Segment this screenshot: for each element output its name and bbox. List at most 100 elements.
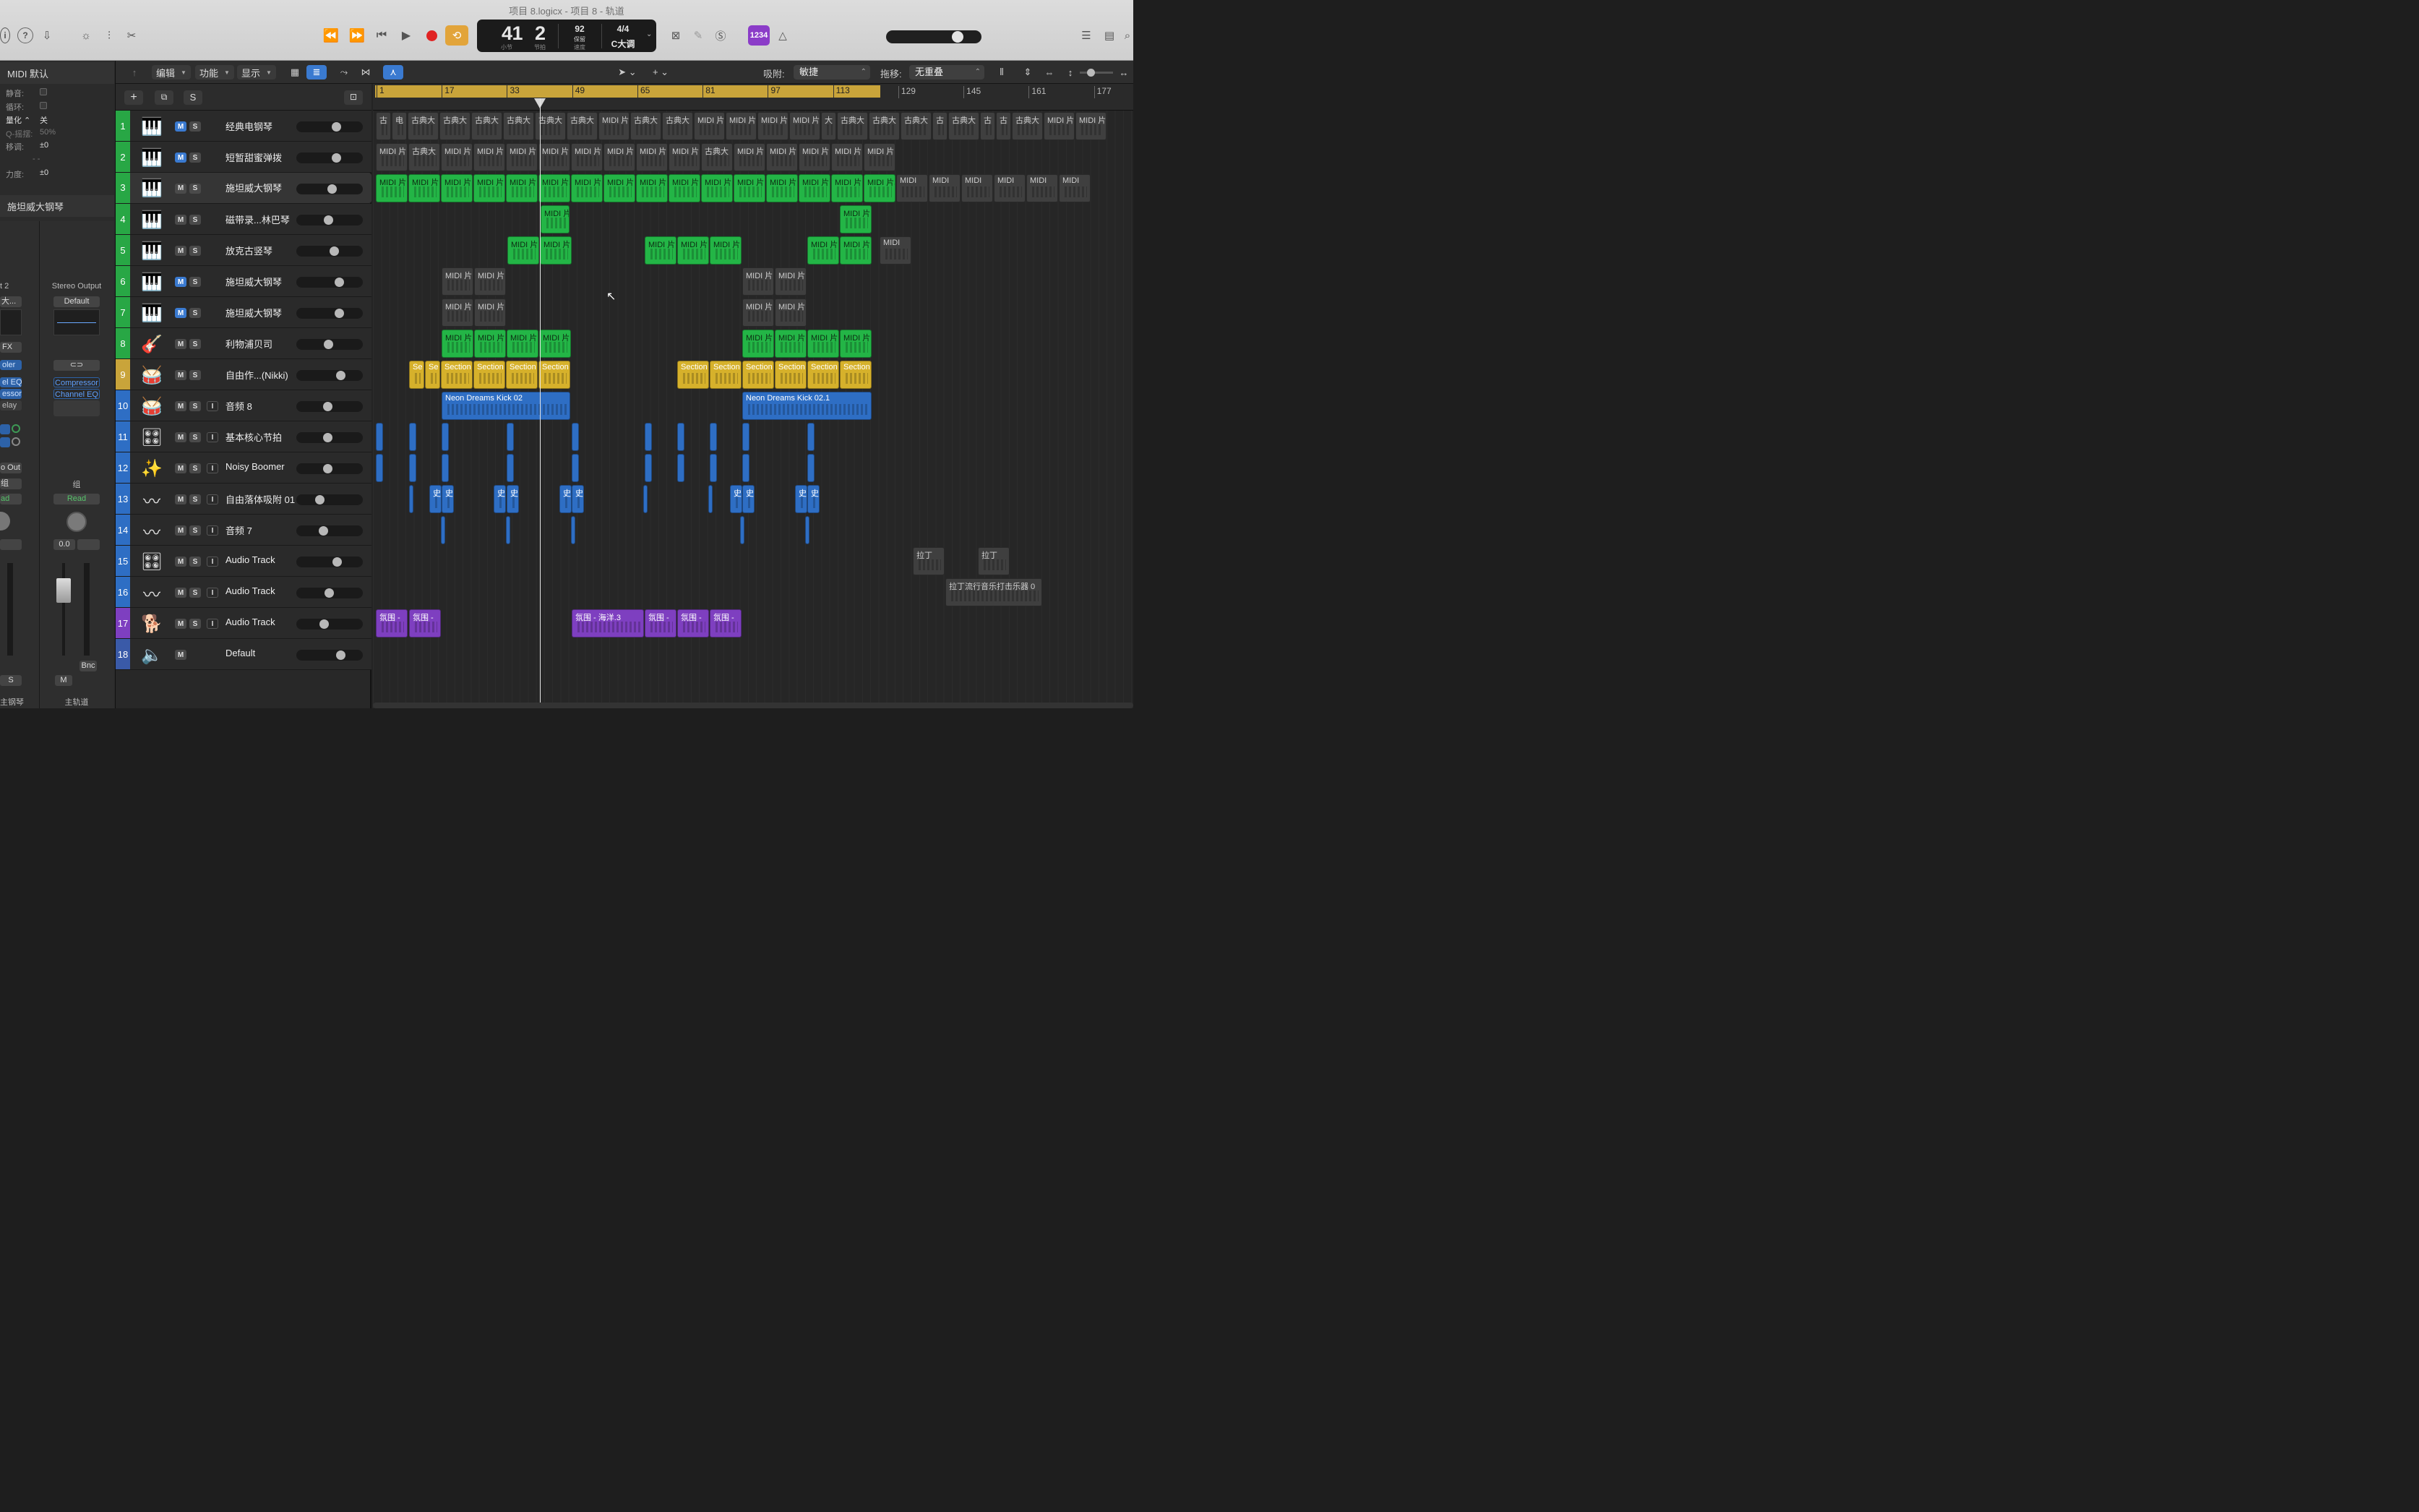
playhead[interactable] — [540, 98, 541, 708]
audio-region[interactable] — [742, 454, 749, 482]
mute-button[interactable]: M — [175, 339, 186, 349]
track-volume-slider[interactable] — [296, 153, 363, 163]
section-region[interactable]: Section — [775, 361, 807, 389]
mute-button[interactable]: M — [175, 308, 186, 318]
left-strip-group[interactable]: 组 — [0, 478, 22, 489]
mute-button[interactable]: M — [175, 184, 186, 194]
midi-region[interactable]: MIDI — [994, 174, 1026, 202]
audio-region[interactable] — [807, 423, 815, 451]
audio-region[interactable] — [710, 454, 717, 482]
midi-region[interactable]: MIDI 片 — [734, 143, 765, 171]
midi-region[interactable]: MIDI 片 — [603, 174, 635, 202]
audio-region[interactable] — [441, 516, 445, 544]
mute-button[interactable]: M — [175, 619, 186, 629]
mute-button[interactable]: M — [175, 463, 186, 473]
track-name[interactable]: 施坦威大钢琴 — [225, 275, 282, 288]
scissors-icon[interactable]: ✂ — [124, 27, 139, 44]
solo-button[interactable]: S — [189, 121, 201, 132]
input-monitor-button[interactable]: I — [207, 525, 218, 536]
midi-region[interactable]: 古 — [932, 112, 948, 140]
left-strip-send-knob-2[interactable] — [12, 437, 20, 446]
track-header[interactable]: 5 🎹 M S 放克古竖琴 — [116, 235, 371, 266]
drum-machine-icon[interactable]: 🎛 — [139, 551, 165, 572]
track-header[interactable]: 12 ✨ M S I Noisy Boomer — [116, 452, 371, 484]
audio-region[interactable]: 氛围 - — [710, 609, 742, 637]
track-collapse-icon[interactable]: ⊡ — [344, 90, 363, 105]
right-strip-setting[interactable]: Default — [53, 296, 100, 307]
volume-knob[interactable] — [319, 619, 329, 629]
audio-region[interactable]: 史 — [730, 485, 742, 513]
track-header[interactable]: 14 〰 M S I 音频 7 — [116, 515, 371, 546]
midi-region[interactable]: MIDI 片 — [603, 143, 635, 171]
midi-region[interactable]: MIDI 片 — [571, 174, 603, 202]
grand-piano-icon[interactable]: 🎹 — [139, 178, 165, 199]
audio-region[interactable]: 史 — [742, 485, 755, 513]
solo-button[interactable]: S — [189, 277, 201, 287]
volume-knob[interactable] — [319, 526, 328, 536]
midi-region[interactable]: MIDI 片 — [669, 174, 700, 202]
midi-region[interactable]: MIDI — [1059, 174, 1091, 202]
arrangement-area[interactable]: 1 17 33 49 65 81 97 113 129 145 161 177 古电古典大 古典大 古典大… — [373, 84, 1133, 708]
track-volume-slider[interactable] — [296, 246, 363, 257]
section-region[interactable]: Section — [742, 361, 774, 389]
input-monitor-button[interactable]: I — [207, 557, 218, 567]
audio-region[interactable]: 拉丁 — [913, 547, 945, 575]
track-name[interactable]: 施坦威大钢琴 — [225, 181, 282, 196]
solo-button[interactable]: S — [189, 401, 201, 411]
midi-region[interactable]: 古典大 — [471, 112, 502, 140]
track-name[interactable]: 短暂甜蜜弹拨 — [225, 150, 282, 164]
midi-region[interactable]: MIDI 片 — [541, 205, 570, 233]
solo-icon[interactable]: Ⓢ — [713, 27, 729, 44]
edit-menu[interactable]: 编辑 ▼ — [152, 65, 191, 80]
midi-region[interactable]: MIDI 片 — [1044, 112, 1075, 140]
track-header[interactable]: 1 🎹 M S 经典电钢琴 — [116, 111, 371, 142]
track-volume-slider[interactable] — [296, 277, 363, 288]
midi-region[interactable]: MIDI 片段 — [538, 174, 570, 202]
midi-region[interactable]: MIDI — [1026, 174, 1058, 202]
right-strip-plugin-empty[interactable] — [53, 400, 100, 416]
track-volume-slider[interactable] — [296, 121, 363, 132]
left-strip-send-knob-1[interactable] — [12, 424, 20, 433]
track-header[interactable]: 16 〰 M S I Audio Track — [116, 577, 371, 608]
track-header[interactable]: 10 🥁 M S I 音频 8 — [116, 390, 371, 421]
volume-knob[interactable] — [323, 433, 332, 442]
midi-region[interactable]: MIDI 片 — [807, 330, 839, 358]
list-editors-icon[interactable]: ☰ — [1078, 27, 1094, 44]
vertical-zoom-icon[interactable]: ⇕ — [1018, 65, 1038, 80]
audio-region[interactable] — [740, 516, 744, 544]
count-in-button[interactable]: 1234 — [748, 25, 770, 46]
track-volume-slider[interactable] — [296, 525, 363, 536]
midi-region[interactable]: MIDI 片 — [710, 236, 742, 265]
midi-region[interactable]: MIDI 片 — [742, 267, 774, 296]
lcd-chevron-down-icon[interactable]: ⌄ — [646, 30, 652, 38]
track-name[interactable]: 磁带录...林巴琴 — [225, 212, 290, 226]
tuner-icon[interactable]: ✎ — [690, 27, 706, 44]
volume-knob[interactable] — [332, 122, 341, 132]
midi-region[interactable]: MIDI 片 — [864, 143, 895, 171]
midi-region[interactable]: MIDI 片 — [442, 267, 473, 296]
list-view-icon[interactable]: ≣ — [306, 65, 327, 80]
volume-knob[interactable] — [315, 495, 325, 504]
midi-region[interactable]: MIDI 片 — [840, 330, 872, 358]
track-header[interactable]: 8 🎸 M S 利物浦贝司 — [116, 328, 371, 359]
mute-button[interactable]: M — [175, 401, 186, 411]
metronome-icon[interactable]: △ — [775, 27, 791, 44]
right-strip-plugin-1[interactable]: Compressor — [53, 377, 100, 387]
audio-waveform-icon[interactable]: 〰 — [139, 520, 165, 543]
audio-region[interactable] — [442, 423, 449, 451]
section-region[interactable]: Section — [441, 361, 473, 389]
track-volume-slider[interactable] — [296, 494, 363, 505]
track-header[interactable]: 2 🎹 M S 短暂甜蜜弹拨 — [116, 142, 371, 173]
audio-region[interactable] — [710, 423, 717, 451]
midi-region[interactable]: 古典大 — [662, 112, 693, 140]
solo-button[interactable]: S — [189, 463, 201, 473]
midi-region[interactable]: MIDI — [929, 174, 961, 202]
solo-button[interactable]: S — [189, 494, 201, 504]
catch-icon[interactable]: ⋏ — [383, 65, 403, 80]
midi-region[interactable]: MIDI 片 — [506, 143, 538, 171]
upright-piano-icon[interactable]: 🎹 — [139, 209, 165, 231]
replace-icon[interactable]: ⊠ — [668, 27, 684, 44]
midi-region[interactable]: 古典大 — [701, 143, 733, 171]
midi-region[interactable]: MIDI 片 — [474, 267, 506, 296]
mixer-icon[interactable]: ⫶ — [101, 27, 117, 44]
